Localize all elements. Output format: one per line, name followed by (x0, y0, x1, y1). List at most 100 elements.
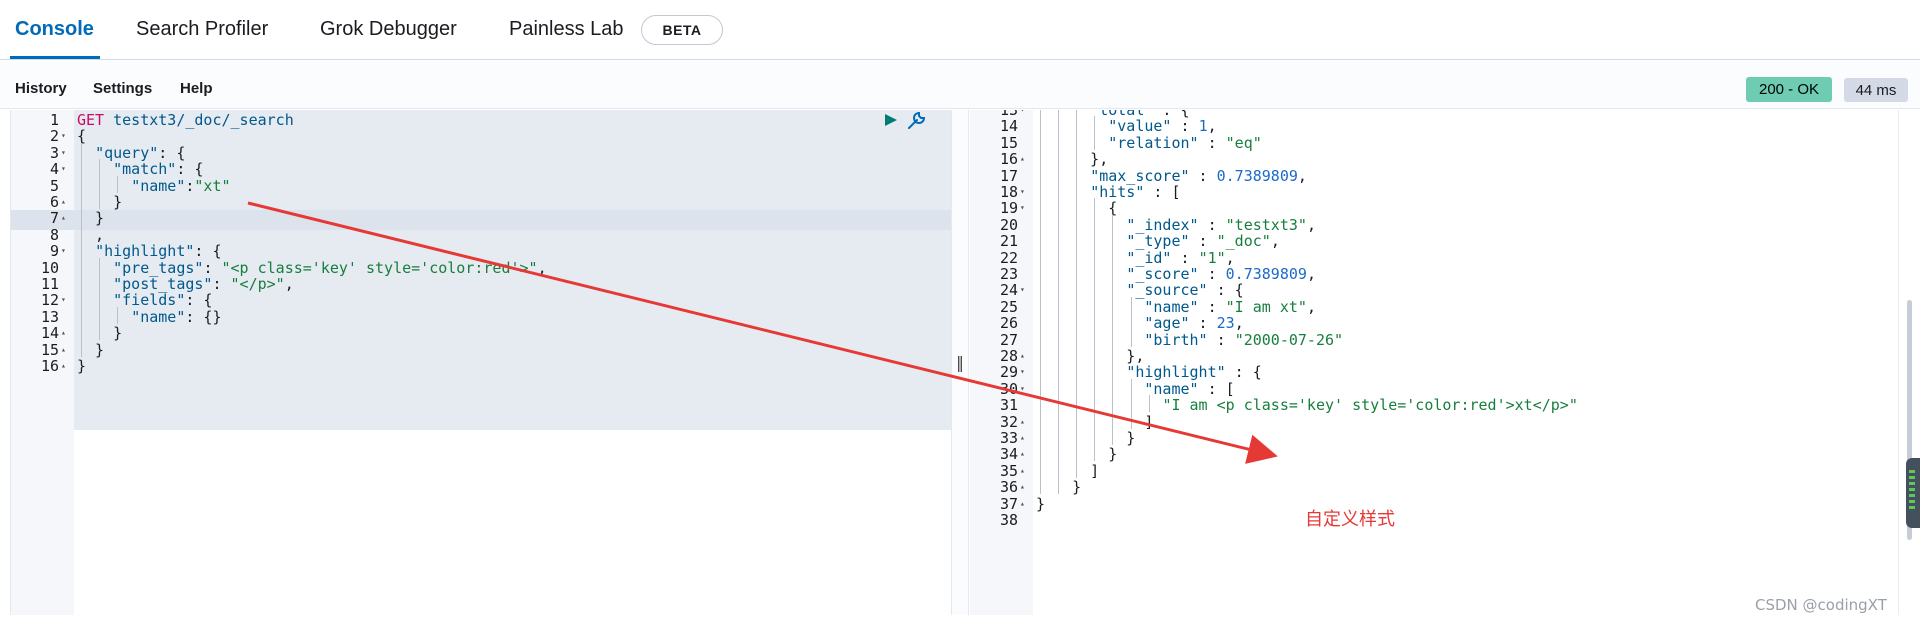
side-widget[interactable] (1906, 458, 1920, 528)
indent-guide (1076, 313, 1078, 331)
indent-guide (81, 159, 82, 177)
indent-guide (1058, 214, 1060, 232)
indent-guide (99, 175, 101, 193)
indent-guide (1076, 411, 1078, 429)
tab-search-profiler[interactable]: Search Profiler (136, 18, 268, 41)
indent-guide (1040, 132, 1041, 150)
indent-guide (1076, 444, 1078, 462)
indent-guide (1040, 395, 1041, 413)
indent-guide (1058, 116, 1060, 134)
indent-guide (1112, 411, 1114, 429)
tab-grok-debugger[interactable]: Grok Debugger (320, 18, 457, 41)
indent-guide (81, 339, 82, 357)
indent-guide (1112, 362, 1114, 380)
pane-resizer[interactable]: ‖ (951, 110, 969, 615)
indent-guide (1058, 378, 1060, 396)
indent-guide (99, 257, 101, 275)
history-link[interactable]: History (15, 80, 67, 97)
request-editor[interactable]: 1 GET testxt3/_doc/_search 2 ▾{3 ▾ "query": … (11, 110, 951, 615)
indent-guide (1058, 444, 1060, 462)
indent-guide (1112, 280, 1114, 298)
tab-console[interactable]: Console (15, 18, 94, 41)
indent-guide (1094, 313, 1096, 331)
indent-guide (1094, 214, 1096, 232)
line-number: 16 (40, 357, 59, 375)
indent-guide (1040, 329, 1041, 347)
indent-guide (1076, 182, 1078, 199)
indent-guide (81, 142, 82, 160)
indent-guide (1040, 346, 1041, 363)
indent-guide (1058, 296, 1060, 314)
indent-guide (1058, 477, 1060, 495)
indent-guide (1040, 198, 1041, 216)
indent-guide (1040, 411, 1041, 429)
indent-guide (1112, 346, 1114, 363)
fold-close-icon[interactable]: ▴ (61, 356, 73, 376)
indent-guide (1112, 214, 1114, 232)
indent-guide (1040, 280, 1041, 298)
watermark: CSDN @codingXT (1755, 596, 1887, 614)
indent-guide (81, 306, 82, 324)
indent-guide (81, 274, 82, 291)
indent-guide (1076, 378, 1078, 396)
indent-guide (99, 159, 101, 177)
indent-guide (1040, 116, 1041, 134)
indent-guide (117, 175, 119, 193)
indent-guide (1058, 428, 1060, 445)
indent-guide (1040, 378, 1041, 396)
indent-guide (1058, 411, 1060, 429)
indent-guide (1058, 198, 1060, 216)
tab-painless-lab[interactable]: Painless Lab (509, 18, 624, 41)
indent-guide (1076, 395, 1078, 413)
indent-guide (1094, 247, 1096, 265)
help-link[interactable]: Help (180, 80, 213, 97)
indent-guide (1076, 165, 1078, 183)
play-icon[interactable] (883, 110, 899, 130)
indent-guide (1040, 165, 1041, 183)
indent-guide (1040, 214, 1041, 232)
indent-guide (1040, 460, 1041, 478)
indent-guide (1040, 247, 1041, 265)
code-text: } (77, 357, 87, 375)
indent-guide (81, 175, 82, 193)
indent-guide (1094, 378, 1096, 396)
indent-guide (1058, 460, 1060, 478)
code-line: 16 ▴} (11, 356, 951, 376)
indent-guide (99, 192, 101, 209)
indent-guide (1076, 264, 1078, 281)
indent-guide (1040, 231, 1041, 249)
indent-guide (1094, 411, 1096, 429)
settings-link[interactable]: Settings (93, 80, 152, 97)
indent-guide (1076, 198, 1078, 216)
indent-guide (1112, 428, 1114, 445)
indent-guide (1094, 329, 1096, 347)
indent-guide (1076, 280, 1078, 298)
indent-guide (1094, 280, 1096, 298)
indent-guide (1040, 477, 1041, 495)
indent-guide (1094, 116, 1096, 134)
indent-guide (1058, 132, 1060, 150)
indent-guide (1058, 231, 1060, 249)
indent-guide (1058, 182, 1060, 199)
indent-guide (81, 192, 82, 209)
indent-guide (1040, 313, 1041, 331)
indent-guide (1076, 296, 1078, 314)
indent-guide (1058, 395, 1060, 413)
indent-guide (1130, 378, 1132, 396)
indent-guide (1112, 329, 1114, 347)
indent-guide (1112, 264, 1114, 281)
indent-guide (99, 274, 101, 291)
wrench-icon[interactable] (905, 110, 927, 132)
indent-guide (117, 306, 119, 324)
code-line: 38 (970, 510, 1898, 530)
indent-guide (81, 208, 82, 226)
indent-guide (1112, 247, 1114, 265)
indent-guide (1076, 149, 1078, 167)
indent-guide (1040, 428, 1041, 445)
drag-handle-icon[interactable]: ‖ (956, 353, 964, 372)
indent-guide (1094, 362, 1096, 380)
indent-guide (81, 323, 82, 341)
response-viewer[interactable]: 13▾ "total" : {14 "value" : 1,15 "relati… (970, 110, 1898, 615)
indent-guide (99, 323, 101, 341)
indent-guide (1040, 444, 1041, 462)
